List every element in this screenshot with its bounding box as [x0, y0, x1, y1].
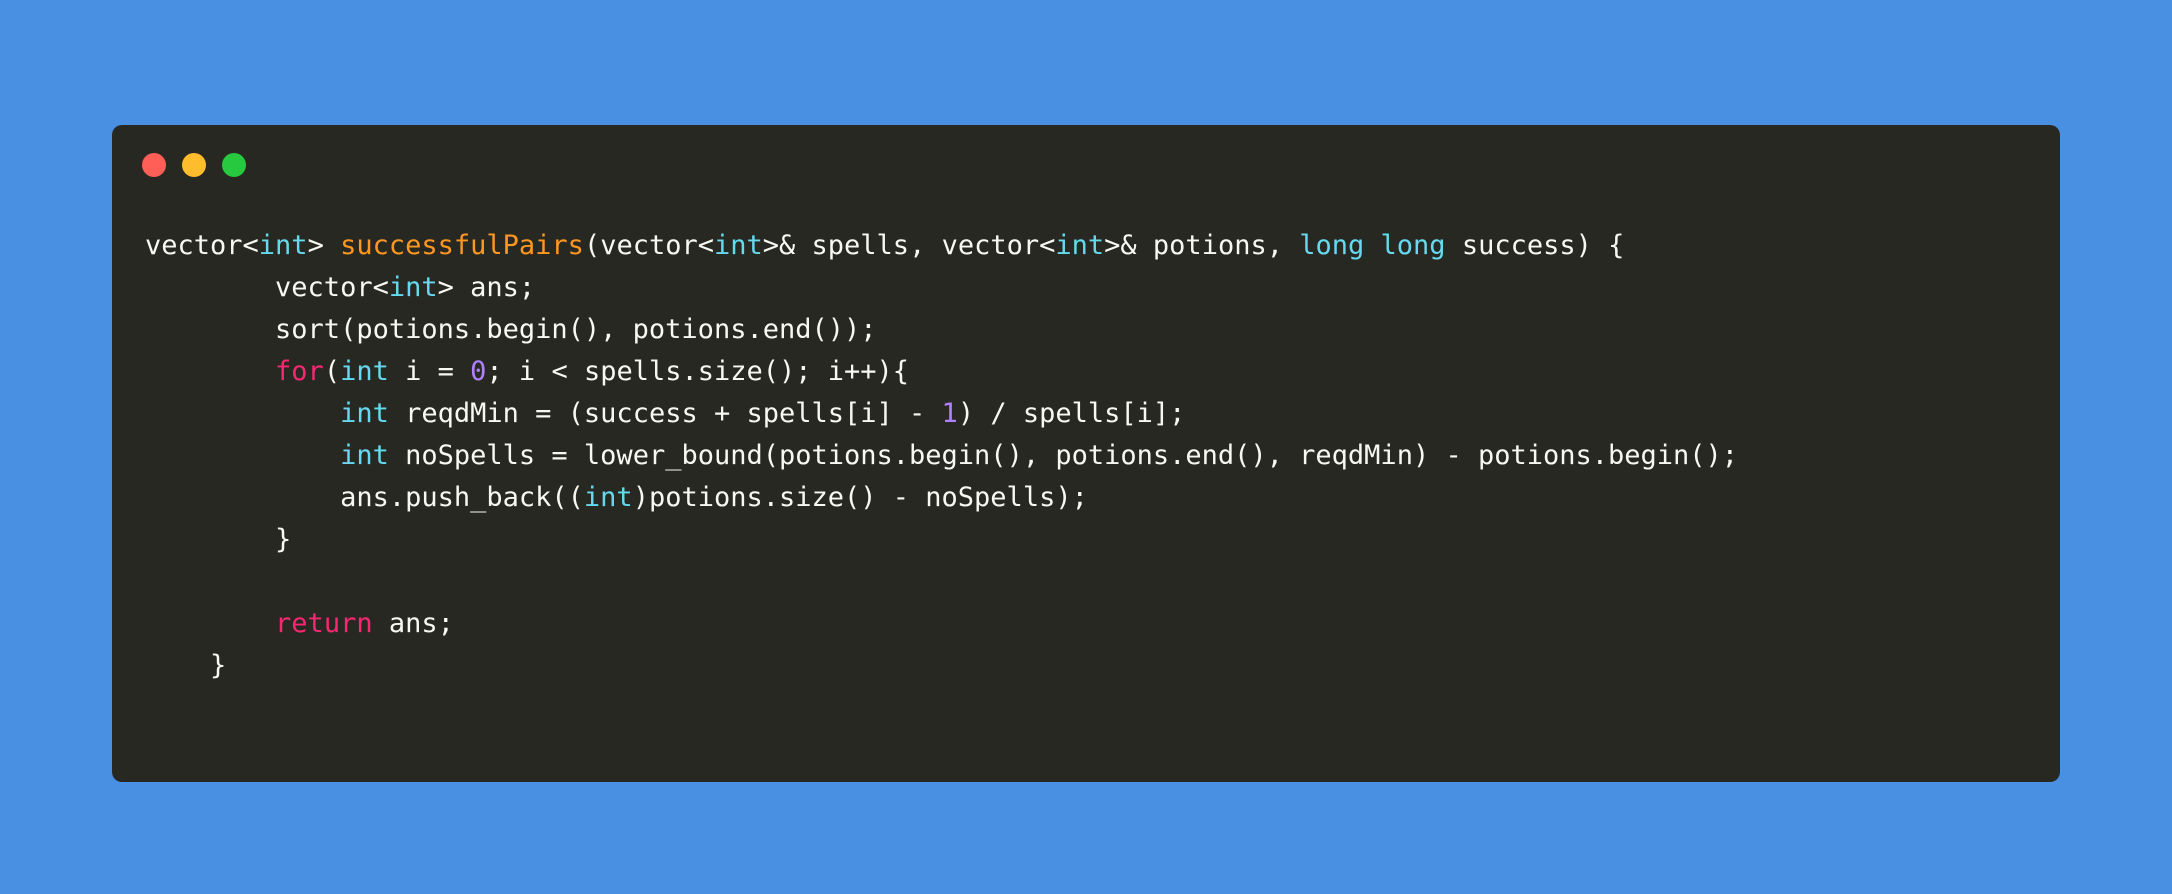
code-token: int [713, 230, 763, 261]
code-token: success) { [1445, 230, 1625, 261]
code-line: vector<int> ans; [145, 267, 1738, 309]
code-token: ans.push_back(( [145, 482, 584, 513]
code-line: int noSpells = lower_bound(potions.begin… [145, 435, 1738, 477]
code-line: sort(potions.begin(), potions.end()); [145, 309, 1738, 351]
code-token: ( [323, 356, 341, 387]
code-token: successfulPairs [340, 230, 584, 261]
code-token: ; i < spells.size(); i++){ [486, 356, 910, 387]
code-token: >& spells, vector< [762, 230, 1056, 261]
code-token: for [275, 356, 324, 387]
code-token: int [388, 272, 438, 303]
code-token: long [1380, 230, 1446, 261]
code-line: } [145, 519, 1738, 561]
code-token: i = [388, 356, 471, 387]
code-line: ans.push_back((int)potions.size() - noSp… [145, 477, 1738, 519]
window-controls [142, 153, 246, 177]
code-token: vector< [145, 230, 259, 261]
code-token: 1 [941, 398, 958, 429]
code-token: noSpells = lower_bound(potions.begin(), … [388, 440, 1739, 471]
code-block: vector<int> successfulPairs(vector<int>&… [145, 225, 1738, 687]
code-token: vector< [145, 272, 389, 303]
code-token: ans; [372, 608, 454, 639]
close-button[interactable] [142, 153, 166, 177]
code-token: int [340, 398, 389, 429]
code-token: (vector< [583, 230, 714, 261]
code-line: vector<int> successfulPairs(vector<int>&… [145, 225, 1738, 267]
code-token: int [583, 482, 633, 513]
minimize-button[interactable] [182, 153, 206, 177]
code-token: int [340, 440, 389, 471]
code-line: return ans; [145, 603, 1738, 645]
code-line: int reqdMin = (success + spells[i] - 1) … [145, 393, 1738, 435]
code-token: } [145, 524, 292, 555]
code-line: for(int i = 0; i < spells.size(); i++){ [145, 351, 1738, 393]
code-token: > ans; [437, 272, 536, 303]
code-token: } [145, 650, 227, 681]
code-token: ) / spells[i]; [957, 398, 1186, 429]
code-token: > [307, 230, 341, 261]
code-line: } [145, 645, 1738, 687]
code-token: 0 [470, 356, 487, 387]
code-token: int [258, 230, 308, 261]
code-window: vector<int> successfulPairs(vector<int>&… [112, 125, 2060, 782]
code-token: >& potions, [1104, 230, 1300, 261]
code-token: )potions.size() - noSpells); [632, 482, 1088, 513]
code-token: long [1299, 230, 1365, 261]
maximize-button[interactable] [222, 153, 246, 177]
code-token: reqdMin = (success + spells[i] - [388, 398, 942, 429]
code-token: int [1055, 230, 1105, 261]
code-token: int [340, 356, 389, 387]
code-token: sort(potions.begin(), potions.end()); [145, 314, 877, 345]
code-token: return [275, 608, 373, 639]
